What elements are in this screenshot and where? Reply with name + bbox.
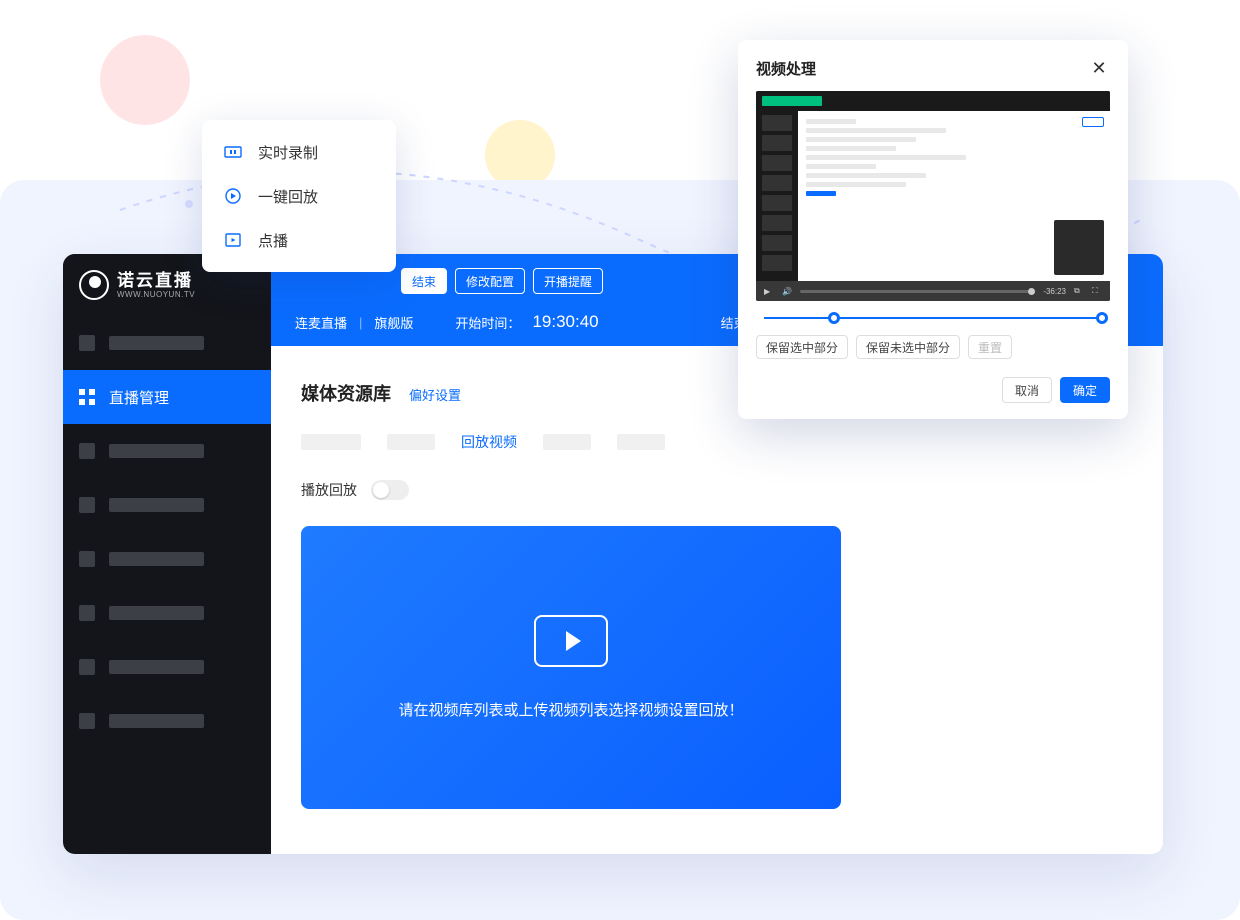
sidebar-item[interactable] [63, 316, 271, 370]
preference-link[interactable]: 偏好设置 [409, 385, 461, 404]
sidebar-item[interactable] [63, 532, 271, 586]
video-time: -36:23 [1043, 287, 1066, 296]
popover-item-record[interactable]: 实时录制 [202, 130, 396, 174]
video-processing-modal: 视频处理 ✕ ▶ [738, 40, 1128, 419]
decoration-circle-pink [100, 35, 190, 125]
sidebar-item[interactable] [63, 640, 271, 694]
content: 媒体资源库 偏好设置 回放视频 播放回放 请在视频库列表或上传视频列表选择视频设… [271, 346, 1163, 843]
close-icon[interactable]: ✕ [1088, 58, 1110, 79]
range-handle-right[interactable] [1096, 312, 1108, 324]
modify-config-button[interactable]: 修改配置 [455, 268, 525, 294]
end-button[interactable]: 结束 [401, 268, 447, 294]
pip-icon[interactable]: ⧉ [1074, 286, 1084, 296]
range-handle-left[interactable] [828, 312, 840, 324]
tab-replay-video[interactable]: 回放视频 [461, 432, 517, 452]
playback-toggle[interactable] [371, 480, 409, 500]
popover-item-replay[interactable]: 一键回放 [202, 174, 396, 218]
broadcast-remind-button[interactable]: 开播提醒 [533, 268, 603, 294]
record-icon [224, 143, 242, 161]
confirm-button[interactable]: 确定 [1060, 377, 1110, 403]
keep-unselected-button[interactable]: 保留未选中部分 [856, 335, 960, 359]
tab-placeholder[interactable] [387, 434, 435, 450]
popover-label: 点播 [258, 230, 288, 251]
start-time-label: 开始时间： [455, 313, 520, 332]
popover-label: 实时录制 [258, 142, 318, 163]
popover-label: 一键回放 [258, 186, 318, 207]
cancel-button[interactable]: 取消 [1002, 377, 1052, 403]
progress-bar[interactable] [800, 290, 1035, 293]
sidebar-item[interactable] [63, 478, 271, 532]
sidebar-item[interactable] [63, 586, 271, 640]
reset-button[interactable]: 重置 [968, 335, 1012, 359]
sidebar: 诺云直播 WWW.NUOYUN.TV 直播管理 [63, 254, 271, 854]
stream-type-label: 连麦直播 [295, 313, 347, 332]
hero-text: 请在视频库列表或上传视频列表选择视频设置回放！ [398, 699, 743, 720]
popover-item-vod[interactable]: 点播 [202, 218, 396, 262]
replay-hero: 请在视频库列表或上传视频列表选择视频设置回放！ [301, 526, 841, 809]
replay-icon [224, 187, 242, 205]
tabs: 回放视频 [301, 432, 1133, 452]
fullscreen-icon[interactable]: ⛶ [1092, 286, 1102, 296]
sidebar-item-label: 直播管理 [109, 387, 169, 408]
tab-placeholder[interactable] [617, 434, 665, 450]
trim-range[interactable] [756, 315, 1110, 321]
video-controls[interactable]: ▶ 🔊 -36:23 ⧉ ⛶ [756, 281, 1110, 301]
volume-icon[interactable]: 🔊 [782, 287, 792, 296]
edition-label: 旗舰版 [374, 313, 413, 332]
grid-icon [79, 389, 95, 405]
keep-selected-button[interactable]: 保留选中部分 [756, 335, 848, 359]
start-time-value: 19:30:40 [532, 312, 598, 332]
section-title: 媒体资源库 [301, 380, 391, 406]
sidebar-item[interactable] [63, 694, 271, 748]
sidebar-item-live-management[interactable]: 直播管理 [63, 370, 271, 424]
toggle-label: 播放回放 [301, 480, 357, 500]
play-icon [534, 615, 608, 667]
play-icon[interactable]: ▶ [764, 287, 774, 296]
tab-placeholder[interactable] [301, 434, 361, 450]
tab-placeholder[interactable] [543, 434, 591, 450]
modal-title: 视频处理 [756, 58, 816, 79]
logo-icon [79, 270, 109, 300]
logo-text-cn: 诺云直播 [117, 272, 195, 289]
divider: | [359, 315, 362, 330]
vod-icon [224, 231, 242, 249]
logo-text-en: WWW.NUOYUN.TV [117, 291, 195, 299]
sidebar-item[interactable] [63, 424, 271, 478]
feature-popover: 实时录制 一键回放 点播 [202, 120, 396, 272]
video-preview[interactable]: ▶ 🔊 -36:23 ⧉ ⛶ [756, 91, 1110, 301]
